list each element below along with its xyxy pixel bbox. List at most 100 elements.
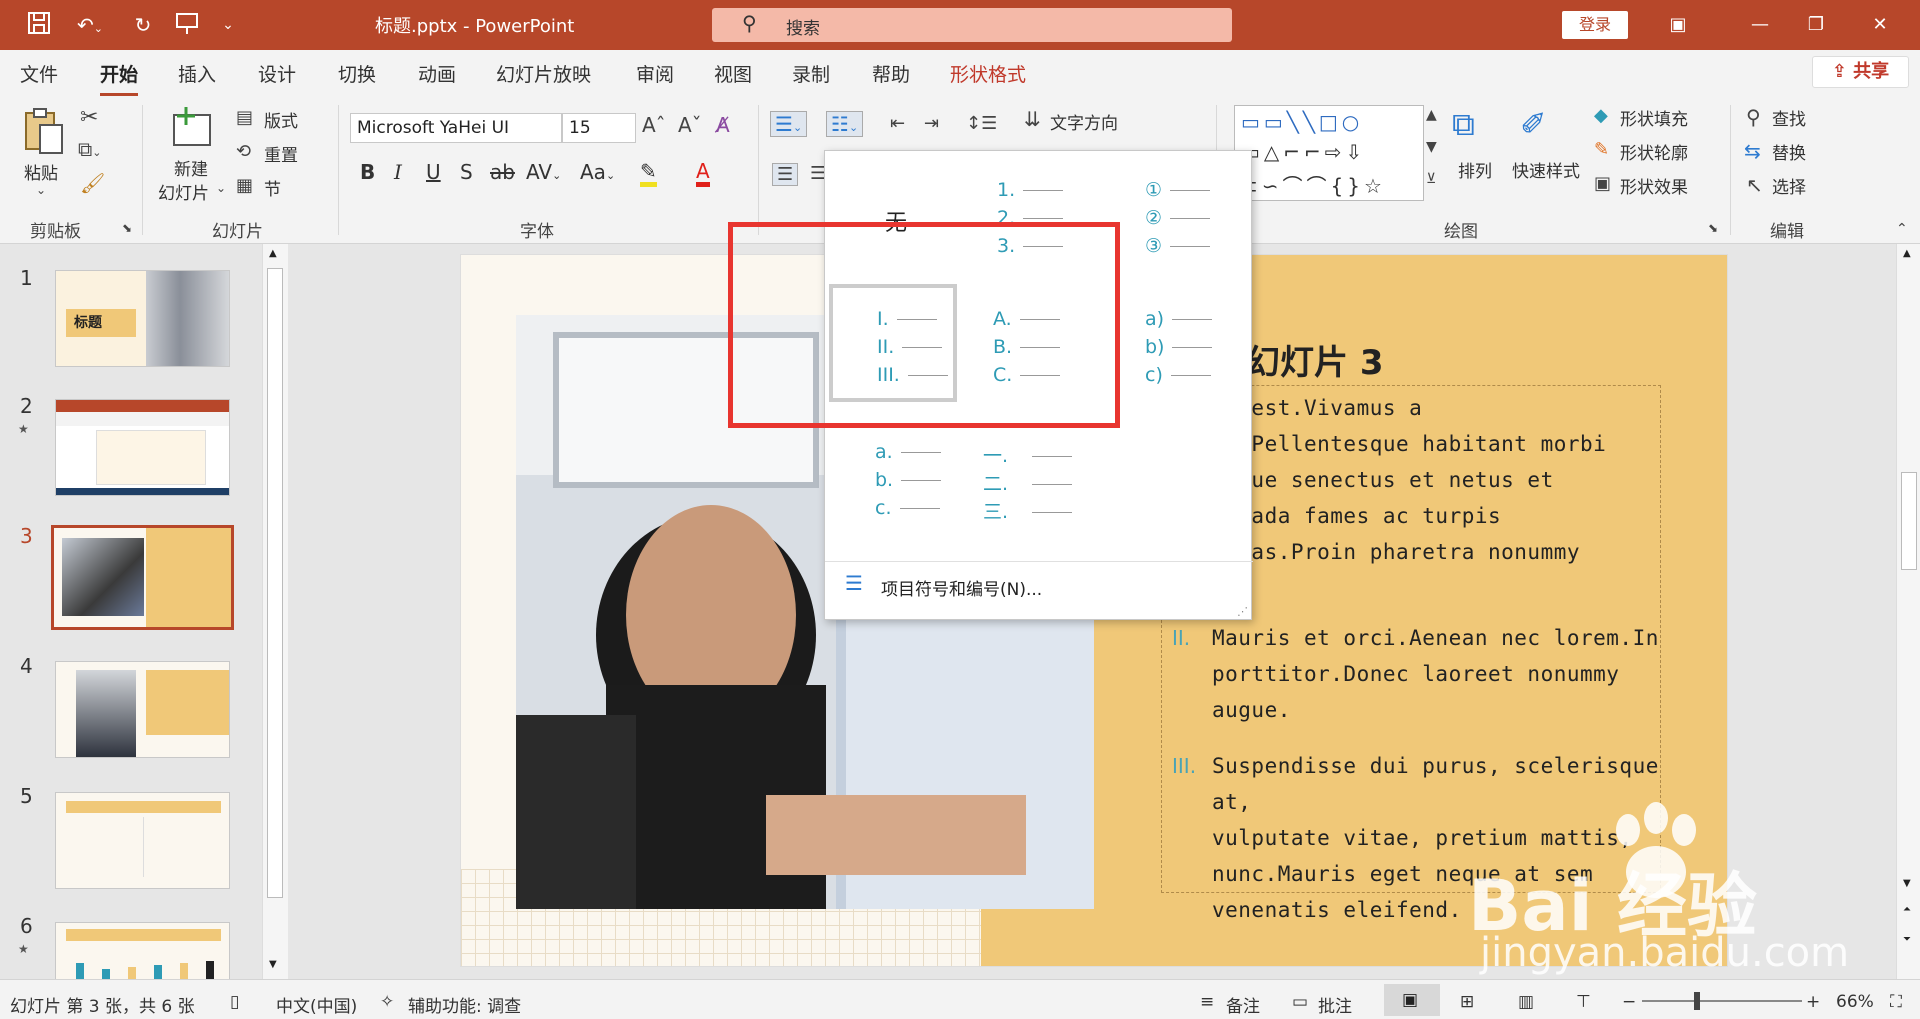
bullets-and-numbering-link[interactable]: 项目符号和编号(N)... [881,575,1042,600]
slide-title[interactable]: 幻灯片 3 [1246,335,1384,384]
tab-animations[interactable]: 动画 [418,60,456,87]
undo-icon[interactable]: ↶⌄ [70,10,110,40]
reading-view-icon[interactable]: ▥ [1518,992,1534,1012]
save-icon[interactable] [24,10,54,40]
text-direction-icon[interactable]: ⇊ [1024,107,1041,131]
italic-icon[interactable]: I [394,160,402,184]
increase-indent-icon[interactable]: ⇥ [924,113,939,134]
find-button[interactable]: 查找 [1772,105,1806,130]
zoom-in-icon[interactable]: + [1806,992,1820,1012]
notes-button[interactable]: 备注 [1226,992,1260,1017]
minimize-icon[interactable]: — [1740,10,1780,40]
shape-fill-icon[interactable]: ◆ [1594,105,1608,126]
close-icon[interactable]: ✕ [1860,10,1900,40]
redo-icon[interactable]: ↻ [128,10,158,40]
normal-view-button[interactable]: ▣ [1384,984,1440,1016]
numbering-lower-paren-option[interactable]: a) b) c) [1109,284,1237,402]
section-icon[interactable]: ▦ [236,175,253,196]
thumbnail-scrollbar[interactable]: ▲ ▼ [262,244,288,979]
decrease-indent-icon[interactable]: ⇤ [890,113,905,134]
underline-icon[interactable]: U [426,160,441,184]
text-direction-button[interactable]: 文字方向 [1050,109,1118,134]
numbering-lower-alpha-option[interactable]: a. b. c. [829,417,957,535]
font-name-select[interactable]: Microsoft YaHei UI [350,113,562,143]
paste-label[interactable]: 粘贴 [24,159,58,184]
tab-view[interactable]: 视图 [714,60,752,87]
spacing-icon[interactable]: AV⌄ [526,160,561,184]
fit-to-window-icon[interactable]: ⛶ [1890,992,1902,1012]
quick-styles-button[interactable]: 快速样式 [1512,157,1580,182]
tab-shape-format[interactable]: 形状格式 [950,60,1026,87]
change-case-icon[interactable]: Aa⌄ [580,160,615,184]
comments-icon[interactable]: ▭ [1292,992,1308,1012]
shape-effects-icon[interactable]: ▣ [1594,173,1611,194]
scroll-up-icon[interactable]: ▲ [269,248,277,259]
tab-file[interactable]: 文件 [20,60,58,87]
tab-insert[interactable]: 插入 [178,60,216,87]
clipboard-launcher-icon[interactable]: ⬊ [122,221,132,235]
shape-effects-button[interactable]: 形状效果 [1620,173,1688,198]
share-button[interactable]: ⇪ 共享 [1812,56,1909,88]
replace-icon[interactable]: ⇆ [1744,139,1761,163]
present-icon[interactable] [172,10,202,40]
slide-sorter-icon[interactable]: ⊞ [1460,992,1474,1012]
customize-qat-icon[interactable]: ⌄ [218,10,238,40]
paste-icon[interactable] [22,105,66,161]
language-indicator[interactable]: 中文(中国) [276,992,357,1017]
shape-row-1[interactable]: ▭▭╲╲□○ [1241,110,1363,134]
ribbon-display-icon[interactable]: ▣ [1658,10,1698,40]
slide-thumb-3[interactable] [51,525,234,630]
increase-font-icon[interactable]: Aˆ [642,113,666,137]
find-icon[interactable]: ⚲ [1746,105,1761,129]
new-slide-icon[interactable] [168,105,216,155]
comments-button[interactable]: 批注 [1318,992,1352,1017]
numbering-chinese-option[interactable]: 一. 二. 三. [967,417,1095,535]
scroll-down-icon[interactable]: ▼ [269,959,277,970]
align-left-icon[interactable]: ☰ [772,163,799,186]
accessibility-status[interactable]: 辅助功能: 调查 [408,992,521,1017]
shape-outline-button[interactable]: 形状轮廓 [1620,139,1688,164]
clear-format-icon[interactable]: A̸ [716,113,730,137]
bold-icon[interactable]: B [360,160,375,184]
highlight-icon[interactable]: ✎ [640,160,657,187]
line-spacing-icon[interactable]: ↕☰ [966,113,997,134]
slide-thumb-1[interactable]: 标题 [55,270,230,367]
gallery-down-icon[interactable]: ▼ [1426,139,1437,155]
quick-styles-icon[interactable]: ✐ [1520,105,1547,143]
arrange-button[interactable]: 排列 [1458,157,1492,182]
tab-slideshow[interactable]: 幻灯片放映 [496,60,591,87]
numbering-icon[interactable]: ☷⌄ [826,111,864,137]
drawing-launcher-icon[interactable]: ⬊ [1708,221,1718,235]
gallery-up-icon[interactable]: ▲ [1426,107,1437,123]
next-slide-icon[interactable]: ⏷ [1903,934,1911,945]
new-slide-dropdown-icon[interactable]: ⌄ [216,181,226,195]
shapes-gallery[interactable]: ▭▭╲╲□○ ▭△⌐⌐⇨⇩ ⊂∽⌒⌒{}☆ [1234,105,1424,201]
zoom-slider[interactable] [1642,1000,1802,1002]
shape-row-2[interactable]: ▭△⌐⌐⇨⇩ [1241,140,1366,164]
scroll-up-icon[interactable]: ▲ [1903,248,1911,259]
slideshow-icon[interactable]: ⊤ [1576,992,1591,1012]
search-input[interactable]: ⚲ 搜索 [712,8,1232,42]
font-size-select[interactable]: 15 [562,113,636,143]
shape-fill-button[interactable]: 形状填充 [1620,105,1688,130]
shape-row-3[interactable]: ⊂∽⌒⌒{}☆ [1241,170,1386,199]
collapse-ribbon-icon[interactable]: ⌃ [1896,221,1908,237]
login-button[interactable]: 登录 [1562,11,1628,39]
restore-icon[interactable]: ❐ [1796,10,1836,40]
accessibility-icon[interactable]: ✧ [380,992,394,1012]
cut-icon[interactable]: ✂ [80,105,98,130]
copy-icon[interactable]: ⧉⌄ [78,137,102,161]
reset-button[interactable]: 重置 [264,141,298,166]
resize-grip-icon[interactable]: ⋰ [1237,605,1248,618]
font-color-icon[interactable]: A [696,160,710,187]
select-button[interactable]: 选择 [1772,173,1806,198]
notes-icon[interactable]: ≡ [1200,992,1214,1012]
shape-outline-icon[interactable]: ✎ [1594,139,1609,160]
slide-thumb-2[interactable] [55,399,230,496]
bullets-icon[interactable]: ☰⌄ [770,111,808,137]
zoom-level[interactable]: 66% [1836,992,1874,1012]
spellcheck-icon[interactable]: ▯ [230,992,239,1012]
tab-transitions[interactable]: 切换 [338,60,376,87]
scroll-down-icon[interactable]: ▼ [1903,878,1911,889]
tab-help[interactable]: 帮助 [872,60,910,87]
